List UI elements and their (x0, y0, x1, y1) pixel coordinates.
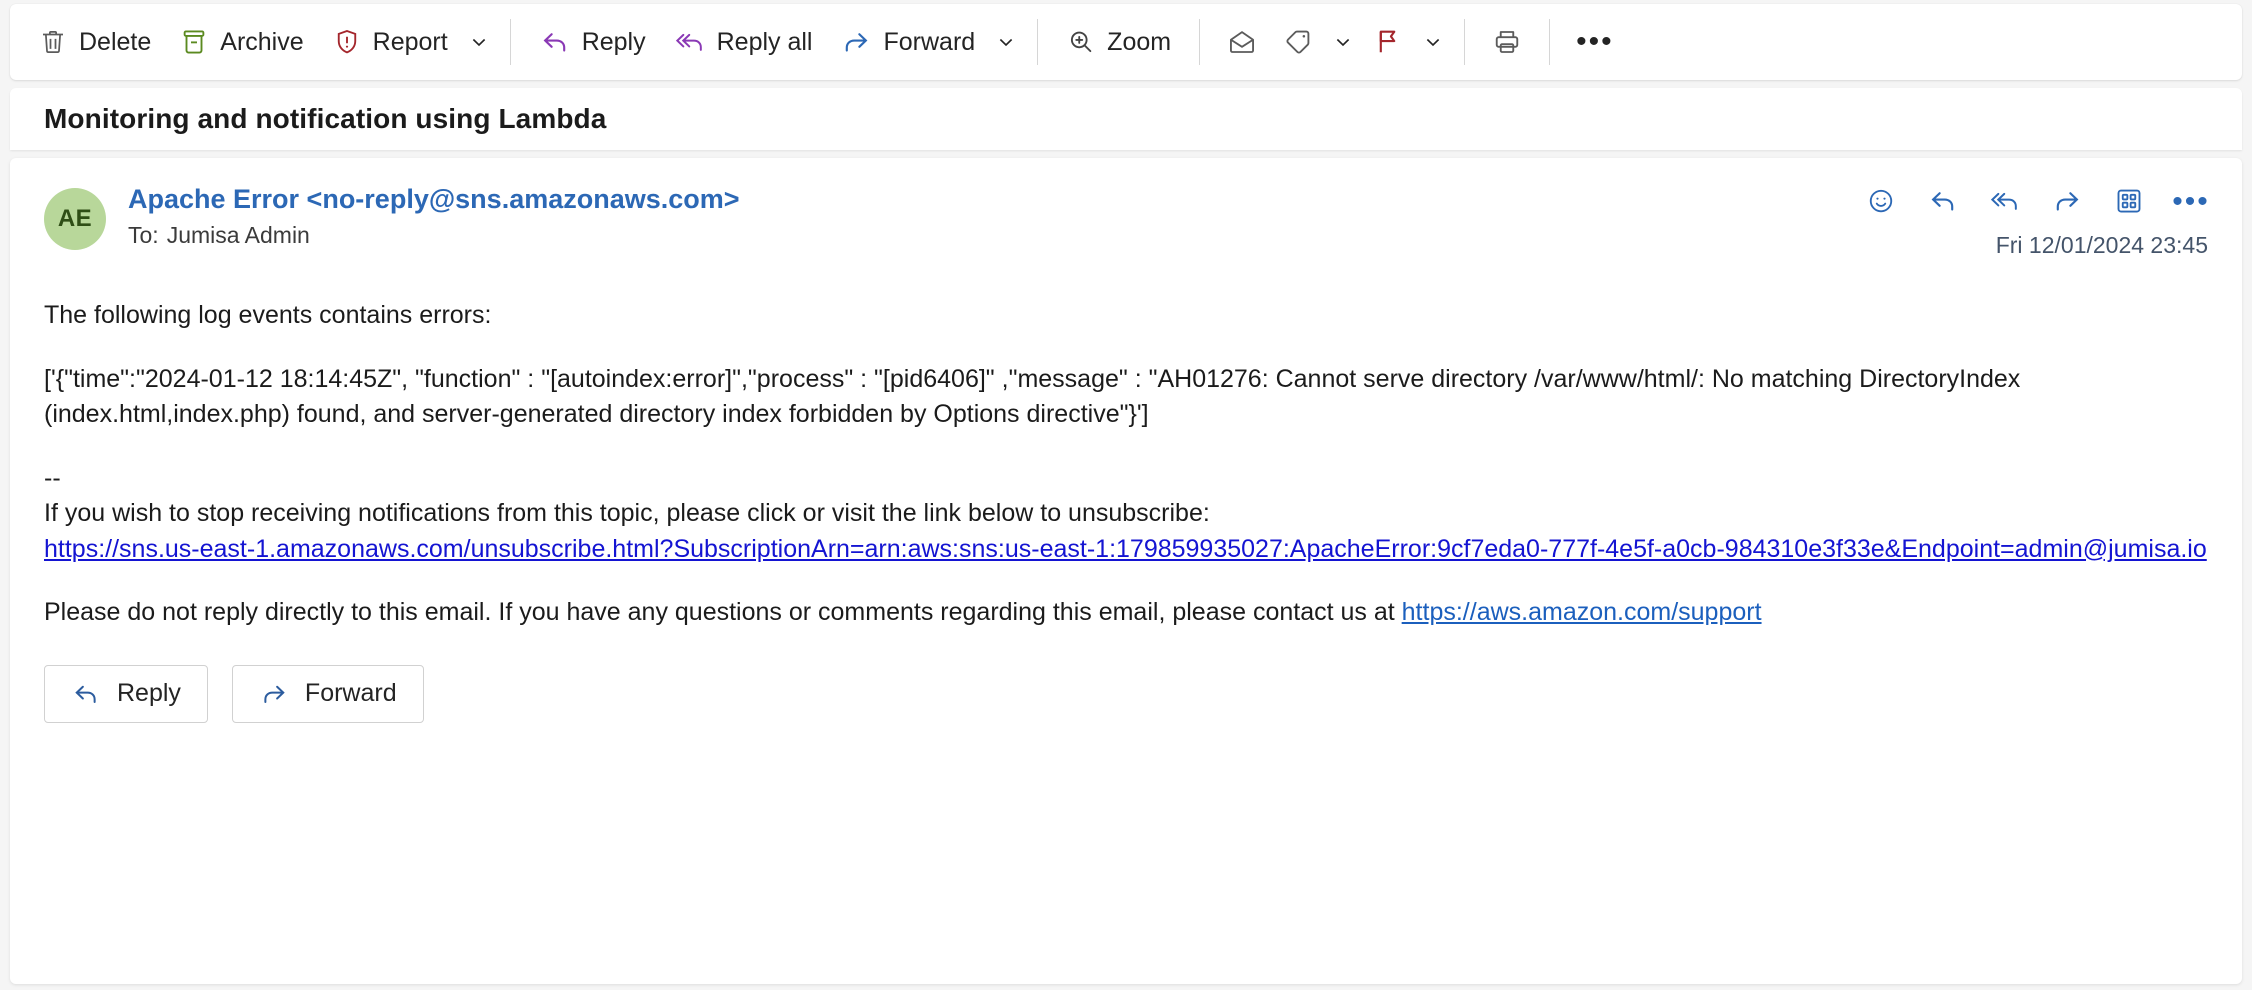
react-smiley-icon[interactable] (1864, 184, 1898, 218)
message-reading-pane: AE Apache Error <no-reply@sns.amazonaws.… (10, 158, 2242, 984)
body-unsubscribe-intro: If you wish to stop receiving notificati… (44, 499, 1210, 527)
reply-arrow-icon (539, 26, 571, 58)
flag-dropdown-caret[interactable] (1416, 16, 1450, 68)
footer-forward-label: Forward (304, 678, 397, 707)
reply-arrow-icon (71, 679, 101, 709)
page-title: Monitoring and notification using Lambda (44, 103, 607, 134)
to-label: To: (128, 222, 159, 249)
sender-block: Apache Error <no-reply@sns.amazonaws.com… (128, 184, 740, 249)
shield-alert-icon (332, 27, 362, 57)
recipients-line: To: Jumisa Admin (128, 222, 740, 249)
forward-dropdown-caret[interactable] (989, 16, 1023, 68)
outlook-reading-pane-window: Delete Archive Report Reply Reply all Fo… (0, 0, 2252, 990)
apps-grid-icon[interactable] (2112, 184, 2146, 218)
chevron-down-icon (999, 38, 1013, 47)
more-actions-icon[interactable]: ••• (2172, 184, 2210, 218)
footer-reply-label: Reply (117, 678, 181, 707)
message-header: AE Apache Error <no-reply@sns.amazonaws.… (44, 184, 2208, 280)
footer-forward-button[interactable]: Forward (231, 664, 424, 723)
more-commands-button[interactable]: ••• (1564, 16, 1626, 68)
to-recipient[interactable]: Jumisa Admin (167, 222, 310, 248)
toolbar-divider-5 (1549, 19, 1551, 65)
envelope-open-icon (1226, 26, 1258, 58)
ellipsis-icon: ••• (2172, 184, 2210, 218)
body-intro-paragraph: The following log events contains errors… (44, 301, 492, 329)
reply-button[interactable]: Reply (525, 16, 660, 68)
message-body: The following log events contains errors… (44, 298, 2208, 723)
zoom-label: Zoom (1107, 27, 1172, 56)
categorize-button[interactable] (1270, 16, 1326, 68)
categorize-dropdown-caret[interactable] (1326, 16, 1360, 68)
closing-text: Please do not reply directly to this ema… (44, 598, 1402, 626)
body-closing-paragraph: Please do not reply directly to this ema… (44, 595, 2208, 631)
forward-arrow-icon (840, 26, 872, 58)
sender-name-and-address[interactable]: Apache Error <no-reply@sns.amazonaws.com… (128, 184, 740, 215)
command-toolbar: Delete Archive Report Reply Reply all Fo… (10, 4, 2242, 80)
report-dropdown-caret[interactable] (462, 16, 496, 68)
forward-arrow-icon (259, 679, 289, 709)
zoom-button[interactable]: Zoom (1052, 16, 1185, 68)
trash-icon (38, 27, 68, 57)
toolbar-divider-1 (509, 19, 511, 65)
report-button[interactable]: Report (318, 16, 462, 68)
reply-all-label: Reply all (716, 27, 813, 56)
support-link[interactable]: https://aws.amazon.com/support (1402, 598, 1762, 626)
archive-button[interactable]: Archive (165, 16, 317, 68)
body-unsubscribe-link-paragraph: https://sns.us-east-1.amazonaws.com/unsu… (44, 532, 2208, 568)
archive-label: Archive (220, 27, 304, 56)
message-action-icons: ••• (1864, 184, 2208, 218)
message-header-actions: ••• Fri 12/01/2024 23:45 (1864, 184, 2208, 259)
mark-unread-button[interactable] (1214, 16, 1270, 68)
footer-reply-button[interactable]: Reply (44, 664, 208, 723)
forward-icon[interactable] (2050, 184, 2084, 218)
reply-all-arrow-icon (674, 26, 706, 58)
reply-label: Reply (581, 27, 646, 56)
message-timestamp: Fri 12/01/2024 23:45 (1995, 232, 2208, 258)
body-signature-dashes: -- (44, 463, 61, 492)
flag-icon (1372, 26, 1404, 58)
chevron-down-icon (1336, 38, 1350, 47)
reply-all-icon[interactable] (1988, 184, 2022, 218)
forward-label: Forward (883, 27, 976, 56)
magnifier-plus-icon (1066, 27, 1096, 57)
toolbar-divider-3 (1199, 19, 1201, 65)
forward-button[interactable]: Forward (826, 16, 989, 68)
tag-icon (1282, 26, 1314, 58)
chevron-down-icon (1426, 38, 1440, 47)
flag-button[interactable] (1360, 16, 1416, 68)
delete-button[interactable]: Delete (24, 16, 165, 68)
subject-bar: Monitoring and notification using Lambda (10, 88, 2242, 150)
print-button[interactable] (1479, 16, 1535, 68)
chevron-down-icon (472, 38, 485, 47)
body-log-event: ['{"time":"2024-01-12 18:14:45Z", "funct… (44, 364, 2021, 429)
toolbar-divider-2 (1037, 19, 1039, 65)
toolbar-divider-4 (1464, 19, 1466, 65)
reply-icon[interactable] (1926, 184, 1960, 218)
avatar: AE (44, 188, 106, 250)
delete-label: Delete (79, 27, 152, 56)
ellipsis-icon: ••• (1576, 25, 1614, 58)
message-footer-actions: Reply Forward (44, 664, 2208, 723)
printer-icon (1491, 26, 1523, 58)
report-label: Report (372, 27, 448, 56)
archive-icon (179, 27, 209, 57)
unsubscribe-link[interactable]: https://sns.us-east-1.amazonaws.com/unsu… (44, 535, 2207, 563)
reply-all-button[interactable]: Reply all (660, 16, 827, 68)
